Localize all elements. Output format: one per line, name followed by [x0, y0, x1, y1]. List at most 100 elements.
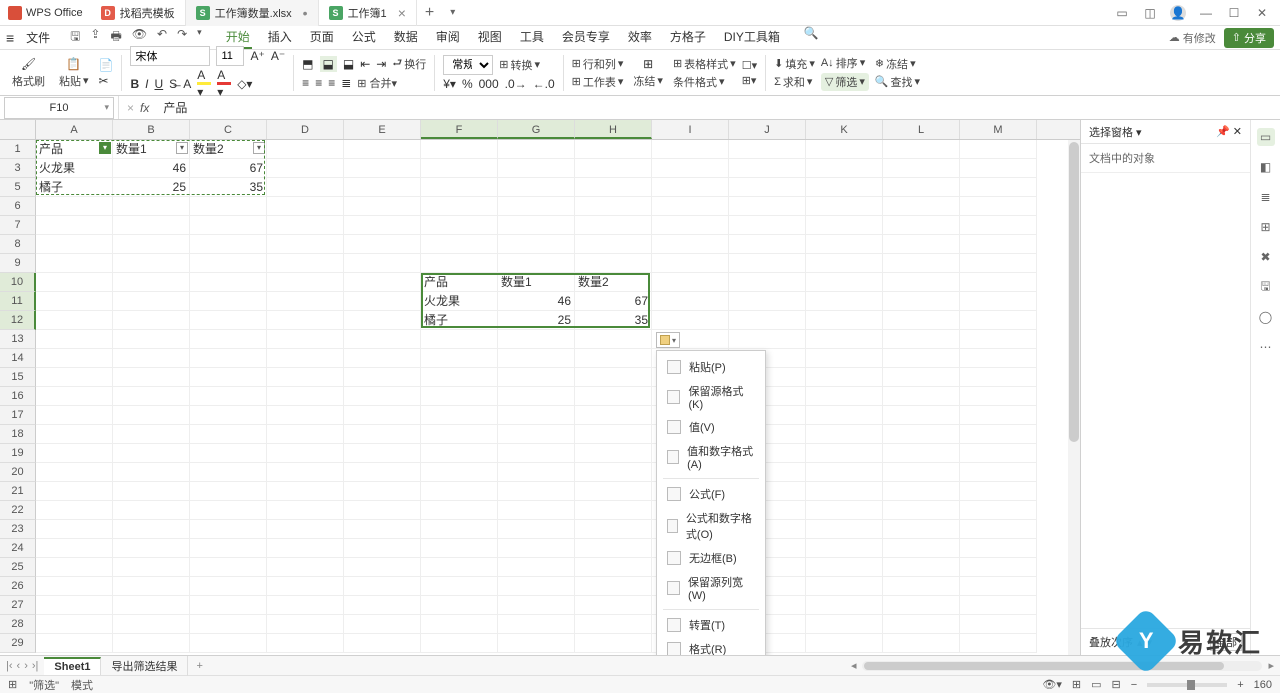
- cell-A13[interactable]: [36, 330, 113, 349]
- cell-M8[interactable]: [960, 235, 1037, 254]
- cell-G13[interactable]: [498, 330, 575, 349]
- cell-H16[interactable]: [575, 387, 652, 406]
- more-icon[interactable]: ⋯: [1257, 338, 1275, 356]
- doc-tab-workbook2[interactable]: S 工作簿1 ×: [319, 0, 417, 26]
- cell-G15[interactable]: [498, 368, 575, 387]
- cell-L25[interactable]: [883, 558, 960, 577]
- cell-J9[interactable]: [729, 254, 806, 273]
- cell-M25[interactable]: [960, 558, 1037, 577]
- cell-A18[interactable]: [36, 425, 113, 444]
- cell-E12[interactable]: [344, 311, 421, 330]
- print-icon[interactable]: 🖶: [110, 27, 121, 48]
- cell-A20[interactable]: [36, 463, 113, 482]
- cell-M10[interactable]: [960, 273, 1037, 292]
- cell-F12[interactable]: 橘子: [421, 311, 498, 330]
- row-header-14[interactable]: 14: [0, 349, 36, 368]
- tab-fangge[interactable]: 方格子: [668, 26, 708, 49]
- cell-A14[interactable]: [36, 349, 113, 368]
- cell-H11[interactable]: 67: [575, 292, 652, 311]
- cell-M21[interactable]: [960, 482, 1037, 501]
- cell-L16[interactable]: [883, 387, 960, 406]
- cell-C12[interactable]: [190, 311, 267, 330]
- cell-D26[interactable]: [267, 577, 344, 596]
- cell-M16[interactable]: [960, 387, 1037, 406]
- tab-page[interactable]: 页面: [308, 26, 336, 49]
- cell-G11[interactable]: 46: [498, 292, 575, 311]
- cancel-formula-icon[interactable]: ×: [127, 101, 134, 115]
- cell-H12[interactable]: 35: [575, 311, 652, 330]
- filter-dropdown-B[interactable]: ▾: [176, 142, 188, 154]
- cell-H22[interactable]: [575, 501, 652, 520]
- cell-E3[interactable]: [344, 159, 421, 178]
- row-header-25[interactable]: 25: [0, 558, 36, 577]
- cell-K9[interactable]: [806, 254, 883, 273]
- strike-button[interactable]: S̶: [169, 77, 177, 91]
- layers-icon[interactable]: ≣: [1257, 188, 1275, 206]
- cell-A12[interactable]: [36, 311, 113, 330]
- cell-K6[interactable]: [806, 197, 883, 216]
- cell-M24[interactable]: [960, 539, 1037, 558]
- cell-C21[interactable]: [190, 482, 267, 501]
- cell-E24[interactable]: [344, 539, 421, 558]
- col-header-E[interactable]: E: [344, 120, 421, 139]
- cell-H17[interactable]: [575, 406, 652, 425]
- fill-color-button[interactable]: ◇▾: [237, 77, 252, 91]
- cond-fmt-button[interactable]: 条件格式▾: [673, 74, 736, 90]
- cell-B22[interactable]: [113, 501, 190, 520]
- cell-B27[interactable]: [113, 596, 190, 615]
- cell-C19[interactable]: [190, 444, 267, 463]
- paste-menu-item-3[interactable]: 值和数字格式(A): [657, 439, 765, 475]
- cell-G21[interactable]: [498, 482, 575, 501]
- cell-E23[interactable]: [344, 520, 421, 539]
- tab-menu-button[interactable]: ▾: [442, 7, 463, 18]
- cell-D16[interactable]: [267, 387, 344, 406]
- cell-F6[interactable]: [421, 197, 498, 216]
- cell-B17[interactable]: [113, 406, 190, 425]
- cell-G7[interactable]: [498, 216, 575, 235]
- wrap-button[interactable]: ⮐ 换行: [392, 54, 426, 73]
- col-header-G[interactable]: G: [498, 120, 575, 139]
- cell-I9[interactable]: [652, 254, 729, 273]
- border-button[interactable]: ⊞▾: [742, 74, 757, 87]
- cell-G5[interactable]: [498, 178, 575, 197]
- cell-H24[interactable]: [575, 539, 652, 558]
- cell-H1[interactable]: [575, 140, 652, 159]
- cell-K1[interactable]: [806, 140, 883, 159]
- cell-D6[interactable]: [267, 197, 344, 216]
- name-box[interactable]: F10: [4, 97, 114, 119]
- tab-tools[interactable]: 工具: [518, 26, 546, 49]
- cell-E15[interactable]: [344, 368, 421, 387]
- cell-K11[interactable]: [806, 292, 883, 311]
- decimal-inc-icon[interactable]: .0→: [505, 77, 527, 91]
- cell-B14[interactable]: [113, 349, 190, 368]
- row-header-3[interactable]: 3: [0, 159, 36, 178]
- cell-L1[interactable]: [883, 140, 960, 159]
- preview-icon[interactable]: 👁: [132, 27, 147, 48]
- cell-J7[interactable]: [729, 216, 806, 235]
- cell-H7[interactable]: [575, 216, 652, 235]
- cell-C25[interactable]: [190, 558, 267, 577]
- cell-C24[interactable]: [190, 539, 267, 558]
- cell-D13[interactable]: [267, 330, 344, 349]
- cell-A8[interactable]: [36, 235, 113, 254]
- cell-C15[interactable]: [190, 368, 267, 387]
- row-header-21[interactable]: 21: [0, 482, 36, 501]
- prev-sheet-icon[interactable]: ‹: [17, 660, 21, 672]
- cell-B13[interactable]: [113, 330, 190, 349]
- font-size-select[interactable]: [216, 46, 244, 66]
- percent-icon[interactable]: %: [462, 77, 473, 91]
- number-format-select[interactable]: 常规: [443, 55, 493, 75]
- cell-C7[interactable]: [190, 216, 267, 235]
- cell-F7[interactable]: [421, 216, 498, 235]
- cell-F11[interactable]: 火龙果: [421, 292, 498, 311]
- row-header-29[interactable]: 29: [0, 634, 36, 653]
- cell-E16[interactable]: [344, 387, 421, 406]
- cell-E20[interactable]: [344, 463, 421, 482]
- cell-D7[interactable]: [267, 216, 344, 235]
- cell-M9[interactable]: [960, 254, 1037, 273]
- zoom-slider[interactable]: [1147, 683, 1227, 687]
- tab-member[interactable]: 会员专享: [560, 26, 612, 49]
- cell-E26[interactable]: [344, 577, 421, 596]
- cell-K8[interactable]: [806, 235, 883, 254]
- minimize-button[interactable]: —: [1198, 5, 1214, 21]
